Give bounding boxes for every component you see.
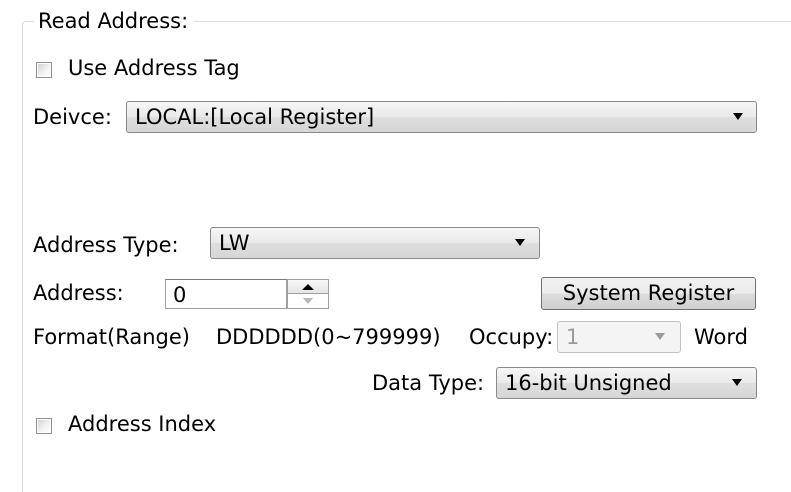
address-input[interactable]: 0 — [165, 279, 287, 309]
data-type-select-value: 16-bit Unsigned — [505, 371, 672, 395]
arrow-up-icon — [302, 283, 314, 290]
device-select[interactable]: LOCAL:[Local Register] — [126, 101, 757, 133]
chevron-down-icon — [733, 113, 743, 120]
use-address-tag-label: Use Address Tag — [68, 56, 240, 80]
format-range-value: DDDDDD(0~799999) — [216, 325, 441, 349]
address-index-checkbox[interactable] — [36, 418, 52, 434]
chevron-down-icon — [732, 379, 742, 386]
address-type-label: Address Type: — [33, 233, 179, 257]
device-label: Deivce: — [33, 105, 112, 129]
data-type-select[interactable]: 16-bit Unsigned — [496, 367, 757, 399]
device-select-value: LOCAL:[Local Register] — [135, 105, 375, 129]
use-address-tag-checkbox[interactable] — [36, 62, 52, 78]
read-address-group-title: Read Address: — [34, 8, 195, 34]
chevron-down-icon — [515, 239, 525, 246]
address-label: Address: — [33, 281, 124, 305]
address-type-select-value: LW — [219, 231, 250, 255]
system-register-button[interactable]: System Register — [541, 277, 756, 310]
occupy-label: Occupy: — [469, 325, 554, 349]
occupy-select[interactable]: 1 — [557, 321, 681, 353]
occupy-unit-label: Word — [694, 325, 748, 349]
data-type-label: Data Type: — [372, 371, 485, 395]
arrow-down-icon — [303, 298, 313, 304]
address-spin-up-button[interactable] — [287, 279, 329, 294]
format-range-label: Format(Range) — [33, 325, 190, 349]
occupy-select-value: 1 — [566, 325, 580, 349]
address-type-select[interactable]: LW — [210, 227, 540, 259]
address-input-value: 0 — [173, 283, 187, 307]
address-index-label: Address Index — [68, 412, 217, 436]
address-spin-down-button[interactable] — [287, 294, 329, 309]
chevron-down-icon — [655, 333, 665, 340]
